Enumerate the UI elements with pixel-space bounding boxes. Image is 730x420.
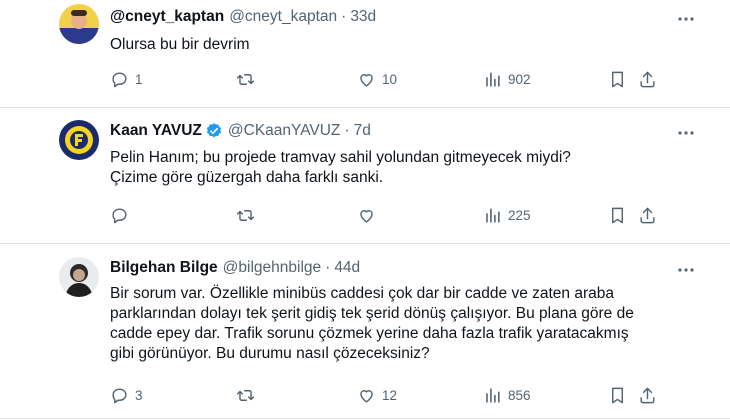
- retweet-icon: [236, 389, 255, 401]
- bookmark-icon: [612, 71, 623, 87]
- retweet-button[interactable]: [236, 69, 261, 89]
- like-icon: [360, 389, 373, 403]
- share-icon: [640, 207, 655, 223]
- reply-icon: [112, 71, 127, 87]
- tweet-text-line: parklarından dolayı tek şerit gidiş tek …: [110, 305, 634, 322]
- views-count: 225: [508, 207, 531, 223]
- tweet-actions: 225: [110, 205, 670, 229]
- views-icon: [486, 71, 500, 87]
- bookmark-button[interactable]: [608, 205, 627, 225]
- retweet-icon: [236, 209, 255, 221]
- like-icon: [360, 209, 373, 223]
- avatar[interactable]: [59, 257, 99, 297]
- display-name[interactable]: Kaan YAVUZ: [110, 122, 202, 140]
- reply-button[interactable]: [110, 205, 135, 225]
- display-name[interactable]: Bilgehan Bilge: [110, 259, 218, 277]
- reply-count: 1: [135, 71, 143, 87]
- separator-dot: ·: [341, 8, 347, 25]
- tweet-text: Olursa bu bir devrim: [110, 35, 670, 55]
- share-button[interactable]: [638, 69, 657, 89]
- reply-button[interactable]: 3: [110, 385, 143, 405]
- timestamp[interactable]: 7d: [354, 122, 371, 140]
- divider: [0, 107, 730, 108]
- more-icon: [678, 131, 694, 135]
- reply-icon: [112, 387, 127, 403]
- tweet-text-line: Olursa bu bir devrim: [110, 36, 250, 53]
- tweet-header: @cneyt_kaptan @cneyt_kaptan · 33d: [110, 8, 376, 26]
- bookmark-button[interactable]: [608, 385, 627, 405]
- more-options-button[interactable]: [676, 9, 696, 29]
- like-count: 10: [382, 71, 398, 87]
- like-icon: [360, 73, 373, 87]
- avatar[interactable]: [59, 4, 99, 44]
- share-icon: [640, 387, 655, 403]
- more-icon: [678, 268, 694, 272]
- reply-button[interactable]: 1: [110, 69, 143, 89]
- more-options-button[interactable]: [676, 260, 696, 280]
- views-count: 856: [508, 387, 531, 403]
- timestamp[interactable]: 44d: [334, 259, 360, 277]
- username[interactable]: @CKaanYAVUZ: [228, 122, 341, 140]
- bookmark-button[interactable]: [608, 69, 627, 89]
- reply-icon: [112, 207, 127, 223]
- tweet-feed: @cneyt_kaptan @cneyt_kaptan · 33d Olursa…: [0, 0, 730, 420]
- tweet-actions: 1 10 902: [110, 69, 670, 93]
- tweet-text-line: Çizime göre güzergah daha farklı sanki.: [110, 169, 384, 186]
- share-icon: [640, 71, 655, 87]
- tweet-actions: 3 12 856: [110, 385, 670, 409]
- separator-dot: ·: [344, 122, 350, 139]
- like-button[interactable]: [357, 205, 382, 225]
- divider: [0, 243, 730, 244]
- views-button[interactable]: 225: [483, 205, 531, 225]
- avatar[interactable]: [59, 120, 99, 160]
- like-count: 12: [382, 387, 398, 403]
- timestamp[interactable]: 33d: [350, 8, 376, 26]
- tweet-text: Bir sorum var. Özellikle minibüs caddesi…: [110, 284, 670, 364]
- retweet-button[interactable]: [236, 205, 261, 225]
- tweet-text-line: cadde epey dar. Trafik sorunu çözmek yer…: [110, 325, 629, 342]
- tweet-text-line: Bir sorum var. Özellikle minibüs caddesi…: [110, 285, 614, 302]
- like-button[interactable]: 12: [357, 385, 397, 405]
- tweet-text-line: gibi görünüyor. Bu durumu nasıl çözeceks…: [110, 345, 430, 362]
- share-button[interactable]: [638, 385, 657, 405]
- tweet-header: Bilgehan Bilge @bilgehnbilge · 44d: [110, 259, 360, 277]
- separator-dot: ·: [325, 259, 331, 276]
- tweet-text-line: Pelin Hanım; bu projede tramvay sahil yo…: [110, 149, 571, 166]
- tweet-header: Kaan YAVUZ @CKaanYAVUZ · 7d: [110, 122, 371, 140]
- views-icon: [486, 387, 500, 403]
- verified-badge-icon: [205, 122, 223, 140]
- username[interactable]: @bilgehnbilge: [223, 259, 321, 277]
- bookmark-icon: [612, 207, 623, 223]
- divider: [0, 418, 730, 419]
- tweet-text: Pelin Hanım; bu projede tramvay sahil yo…: [110, 148, 670, 188]
- username[interactable]: @cneyt_kaptan: [229, 8, 337, 26]
- like-button[interactable]: 10: [357, 69, 397, 89]
- views-icon: [486, 207, 500, 223]
- retweet-icon: [236, 73, 255, 85]
- share-button[interactable]: [638, 205, 657, 225]
- retweet-button[interactable]: [236, 385, 261, 405]
- display-name[interactable]: @cneyt_kaptan: [110, 8, 224, 26]
- more-icon: [678, 17, 694, 21]
- views-count: 902: [508, 71, 531, 87]
- reply-count: 3: [135, 387, 143, 403]
- more-options-button[interactable]: [676, 123, 696, 143]
- views-button[interactable]: 856: [483, 385, 531, 405]
- views-button[interactable]: 902: [483, 69, 531, 89]
- bookmark-icon: [612, 387, 623, 403]
